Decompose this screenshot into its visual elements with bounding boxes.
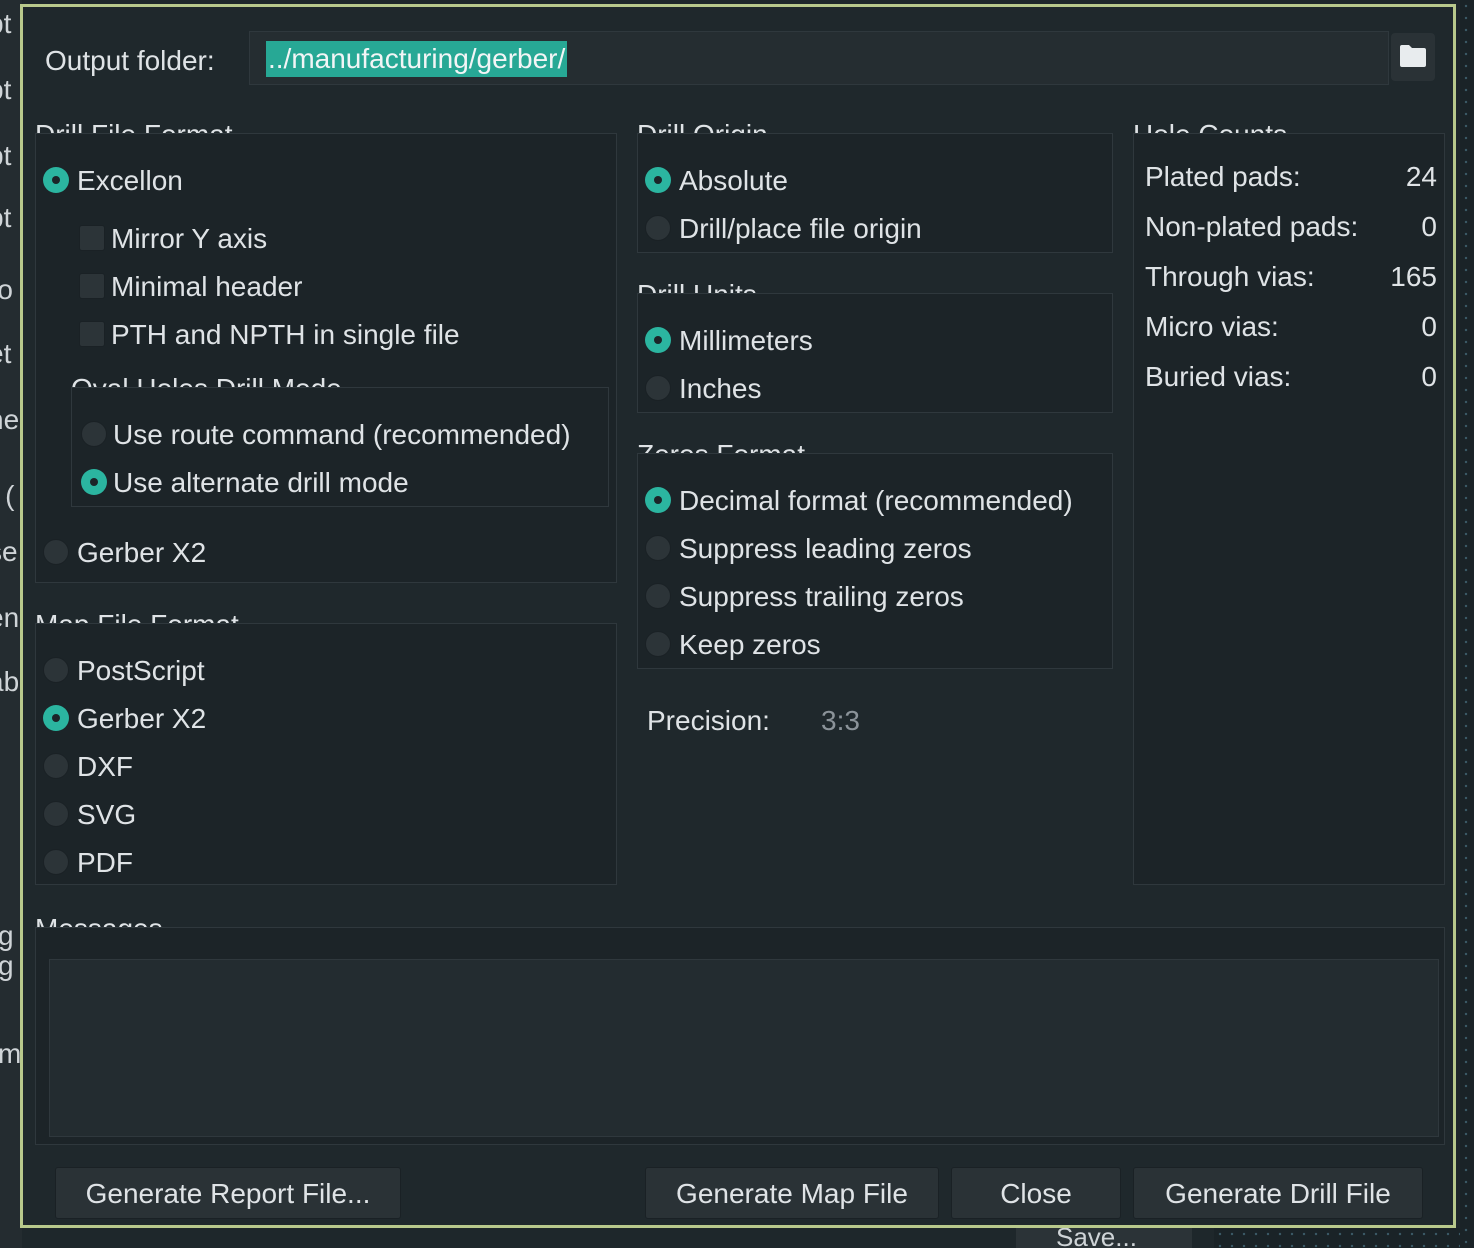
origin-file-radio[interactable] [645, 215, 671, 241]
output-folder-input[interactable]: ../manufacturing/gerber/ [249, 31, 1389, 85]
folder-icon [1400, 45, 1426, 67]
browse-folder-button[interactable] [1391, 33, 1435, 81]
gerber-x2-drill-label: Gerber X2 [77, 537, 207, 568]
background-text-fragment: se [0, 536, 18, 567]
units-mm-label: Millimeters [679, 325, 813, 356]
units-inches-label: Inches [679, 373, 762, 404]
background-window-left-strip: pt pt pt pt ro et ne r ( se en ab g g m [0, 0, 22, 1248]
hole-counts-group [1133, 133, 1445, 885]
background-text-fragment: ne [0, 404, 20, 435]
map-dxf-radio[interactable] [43, 753, 69, 779]
drill-file-format-group [35, 133, 617, 583]
excellon-label: Excellon [77, 165, 183, 196]
mirror-y-label: Mirror Y axis [111, 223, 268, 254]
use-route-radio[interactable] [81, 421, 107, 447]
single-file-checkbox[interactable] [79, 321, 105, 347]
buried-vias-value: 0 [1421, 361, 1437, 392]
background-text-fragment: ro [0, 274, 13, 305]
origin-file-label: Drill/place file origin [679, 213, 922, 244]
background-save-button[interactable]: Save... [1016, 1228, 1192, 1248]
output-folder-label: Output folder: [45, 45, 215, 76]
background-text-fragment: g [0, 950, 14, 981]
output-folder-value: ../manufacturing/gerber/ [266, 41, 568, 77]
map-svg-label: SVG [77, 799, 137, 830]
map-postscript-label: PostScript [77, 655, 205, 686]
non-plated-pads-value: 0 [1421, 211, 1437, 242]
zeros-leading-label: Suppress leading zeros [679, 533, 972, 564]
non-plated-pads-label: Non-plated pads: [1145, 211, 1359, 242]
precision-label: Precision: [647, 705, 770, 736]
plated-pads-value: 24 [1405, 161, 1437, 192]
micro-vias-value: 0 [1421, 311, 1437, 342]
map-dxf-label: DXF [77, 751, 133, 782]
generate-drill-button[interactable]: Generate Drill File [1133, 1167, 1423, 1219]
messages-panel[interactable] [49, 959, 1439, 1137]
generate-map-button[interactable]: Generate Map File [645, 1167, 939, 1219]
units-mm-radio[interactable] [645, 327, 671, 353]
through-vias-label: Through vias: [1145, 261, 1315, 292]
zeros-decimal-radio[interactable] [645, 487, 671, 513]
use-route-label: Use route command (recommended) [113, 419, 571, 450]
background-text-fragment: g [0, 920, 14, 951]
zeros-trailing-radio[interactable] [645, 583, 671, 609]
excellon-radio[interactable] [43, 167, 69, 193]
generate-report-button[interactable]: Generate Report File... [55, 1167, 401, 1219]
map-postscript-radio[interactable] [43, 657, 69, 683]
background-save-label: Save... [1056, 1228, 1137, 1248]
minimal-header-label: Minimal header [111, 271, 303, 302]
background-text-fragment: r ( [0, 480, 15, 511]
zeros-trailing-label: Suppress trailing zeros [679, 581, 964, 612]
plated-pads-label: Plated pads: [1145, 161, 1301, 192]
background-text-fragment: pt [0, 140, 12, 171]
map-gerber-x2-label: Gerber X2 [77, 703, 207, 734]
background-canvas-grid [1460, 0, 1474, 1248]
background-text-fragment: ab [0, 666, 20, 697]
buried-vias-label: Buried vias: [1145, 361, 1292, 392]
generate-drill-files-dialog: Output folder: ../manufacturing/gerber/ … [20, 4, 1456, 1228]
background-text-fragment: en [0, 602, 20, 633]
zeros-decimal-label: Decimal format (recommended) [679, 485, 1073, 516]
through-vias-value: 165 [1390, 261, 1437, 292]
use-alternate-label: Use alternate drill mode [113, 467, 409, 498]
micro-vias-label: Micro vias: [1145, 311, 1279, 342]
zeros-keep-radio[interactable] [645, 631, 671, 657]
background-text-fragment: pt [0, 74, 12, 105]
zeros-keep-label: Keep zeros [679, 629, 821, 660]
map-pdf-radio[interactable] [43, 849, 69, 875]
map-pdf-label: PDF [77, 847, 133, 878]
zeros-leading-radio[interactable] [645, 535, 671, 561]
map-svg-radio[interactable] [43, 801, 69, 827]
background-text-fragment: pt [0, 8, 12, 39]
origin-absolute-label: Absolute [679, 165, 788, 196]
map-gerber-x2-radio[interactable] [43, 705, 69, 731]
origin-absolute-radio[interactable] [645, 167, 671, 193]
background-canvas-grid-bottom [1214, 1228, 1460, 1248]
minimal-header-checkbox[interactable] [79, 273, 105, 299]
units-inches-radio[interactable] [645, 375, 671, 401]
background-text-fragment: m [0, 1038, 22, 1069]
background-text-fragment: et [0, 338, 12, 369]
close-button[interactable]: Close [951, 1167, 1121, 1219]
precision-value: 3:3 [821, 705, 860, 736]
background-text-fragment: pt [0, 202, 12, 233]
mirror-y-checkbox[interactable] [79, 225, 105, 251]
use-alternate-radio[interactable] [81, 469, 107, 495]
gerber-x2-drill-radio[interactable] [43, 539, 69, 565]
single-file-label: PTH and NPTH in single file [111, 319, 460, 350]
